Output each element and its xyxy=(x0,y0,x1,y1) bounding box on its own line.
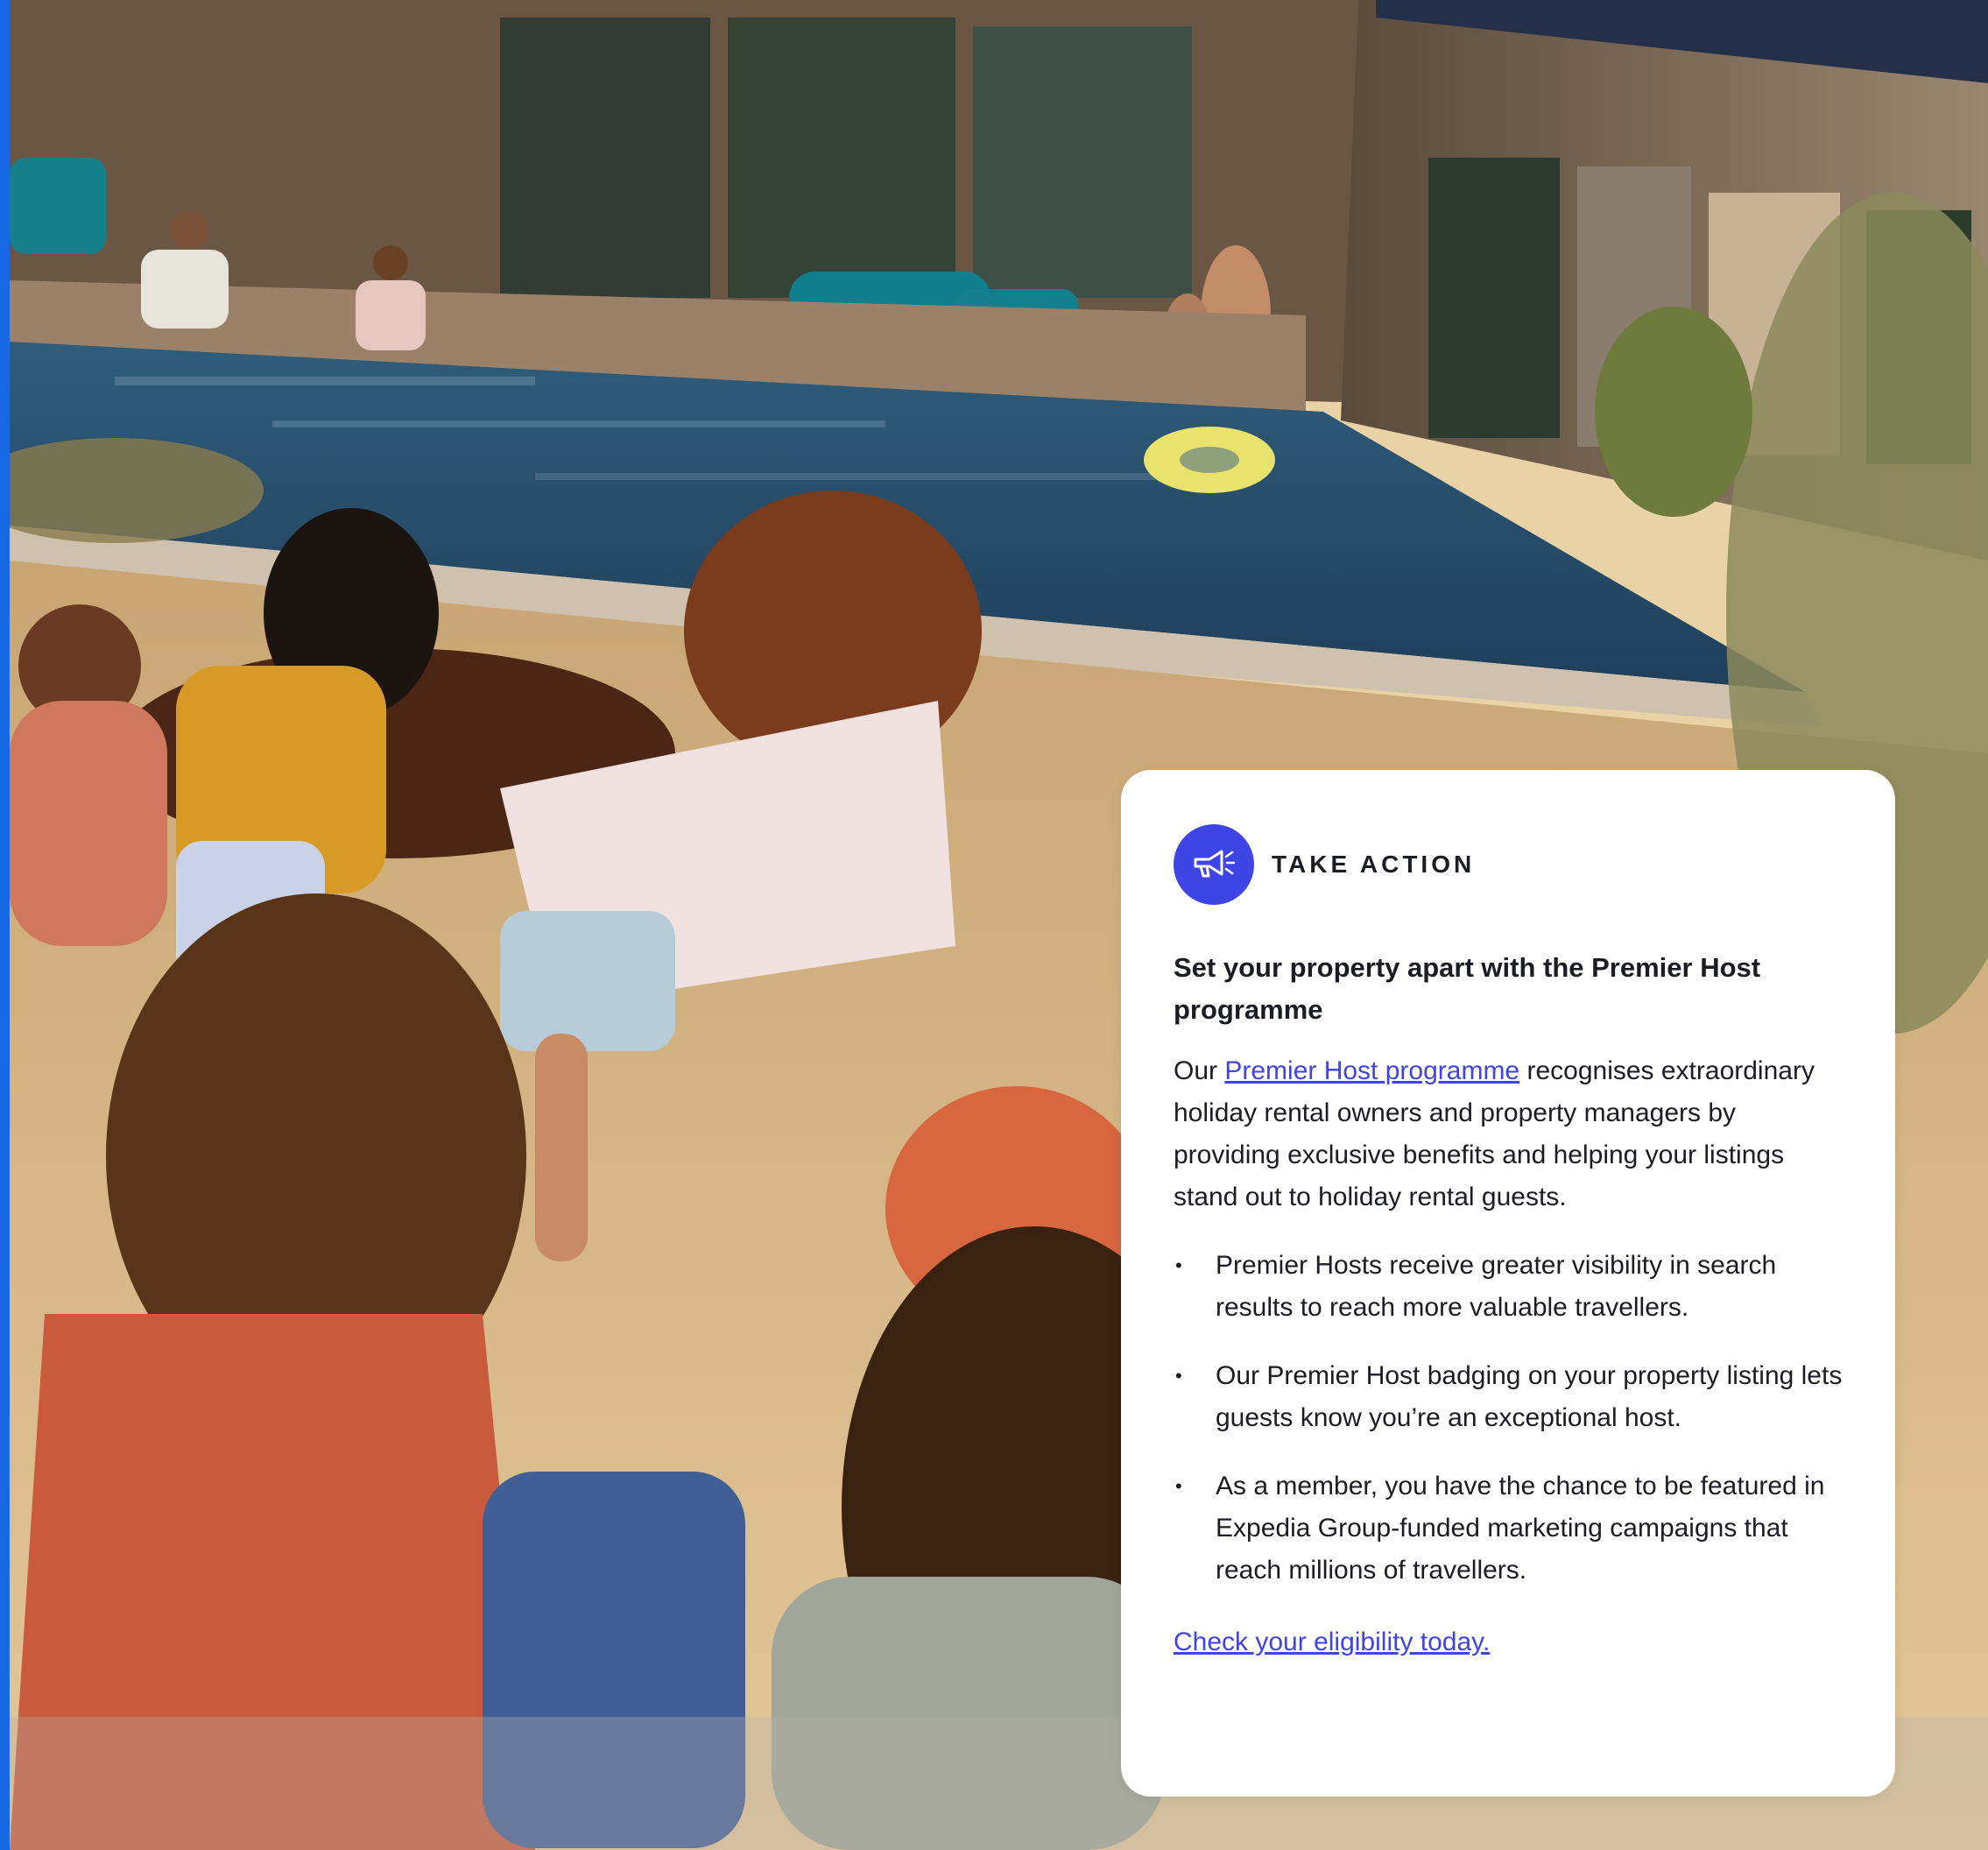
list-item-text: As a member, you have the chance to be f… xyxy=(1216,1472,1825,1585)
card-title: Set your property apart with the Premier… xyxy=(1174,952,1761,1025)
bullet-dot: • xyxy=(1175,1254,1182,1276)
megaphone-icon xyxy=(1174,824,1254,905)
list-item-text: Our Premier Host badging on your propert… xyxy=(1216,1361,1843,1432)
card-intro: Our Premier Host programme recognises ex… xyxy=(1174,1050,1843,1218)
bullet-dot: • xyxy=(1175,1365,1182,1387)
check-eligibility-link[interactable]: Check your eligibility today. xyxy=(1174,1621,1490,1663)
bullet-dot: • xyxy=(1175,1475,1182,1497)
list-item: • Premier Hosts receive greater visibilit… xyxy=(1174,1245,1843,1329)
premier-host-programme-link[interactable]: Premier Host programme xyxy=(1224,1056,1519,1085)
list-item-text: Premier Hosts receive greater visibility… xyxy=(1216,1251,1777,1322)
card-header: TAKE ACTION xyxy=(1174,824,1843,905)
premier-host-card: TAKE ACTION Set your property apart with… xyxy=(1121,770,1895,1797)
left-accent-bar xyxy=(0,0,10,1850)
intro-text-start: Our xyxy=(1174,1056,1225,1085)
card-eyebrow: TAKE ACTION xyxy=(1272,851,1476,878)
benefits-list: • Premier Hosts receive greater visibilit… xyxy=(1174,1245,1843,1592)
list-item: • Our Premier Host badging on your proper… xyxy=(1174,1355,1843,1439)
list-item: • As a member, you have the chance to be … xyxy=(1174,1465,1843,1592)
